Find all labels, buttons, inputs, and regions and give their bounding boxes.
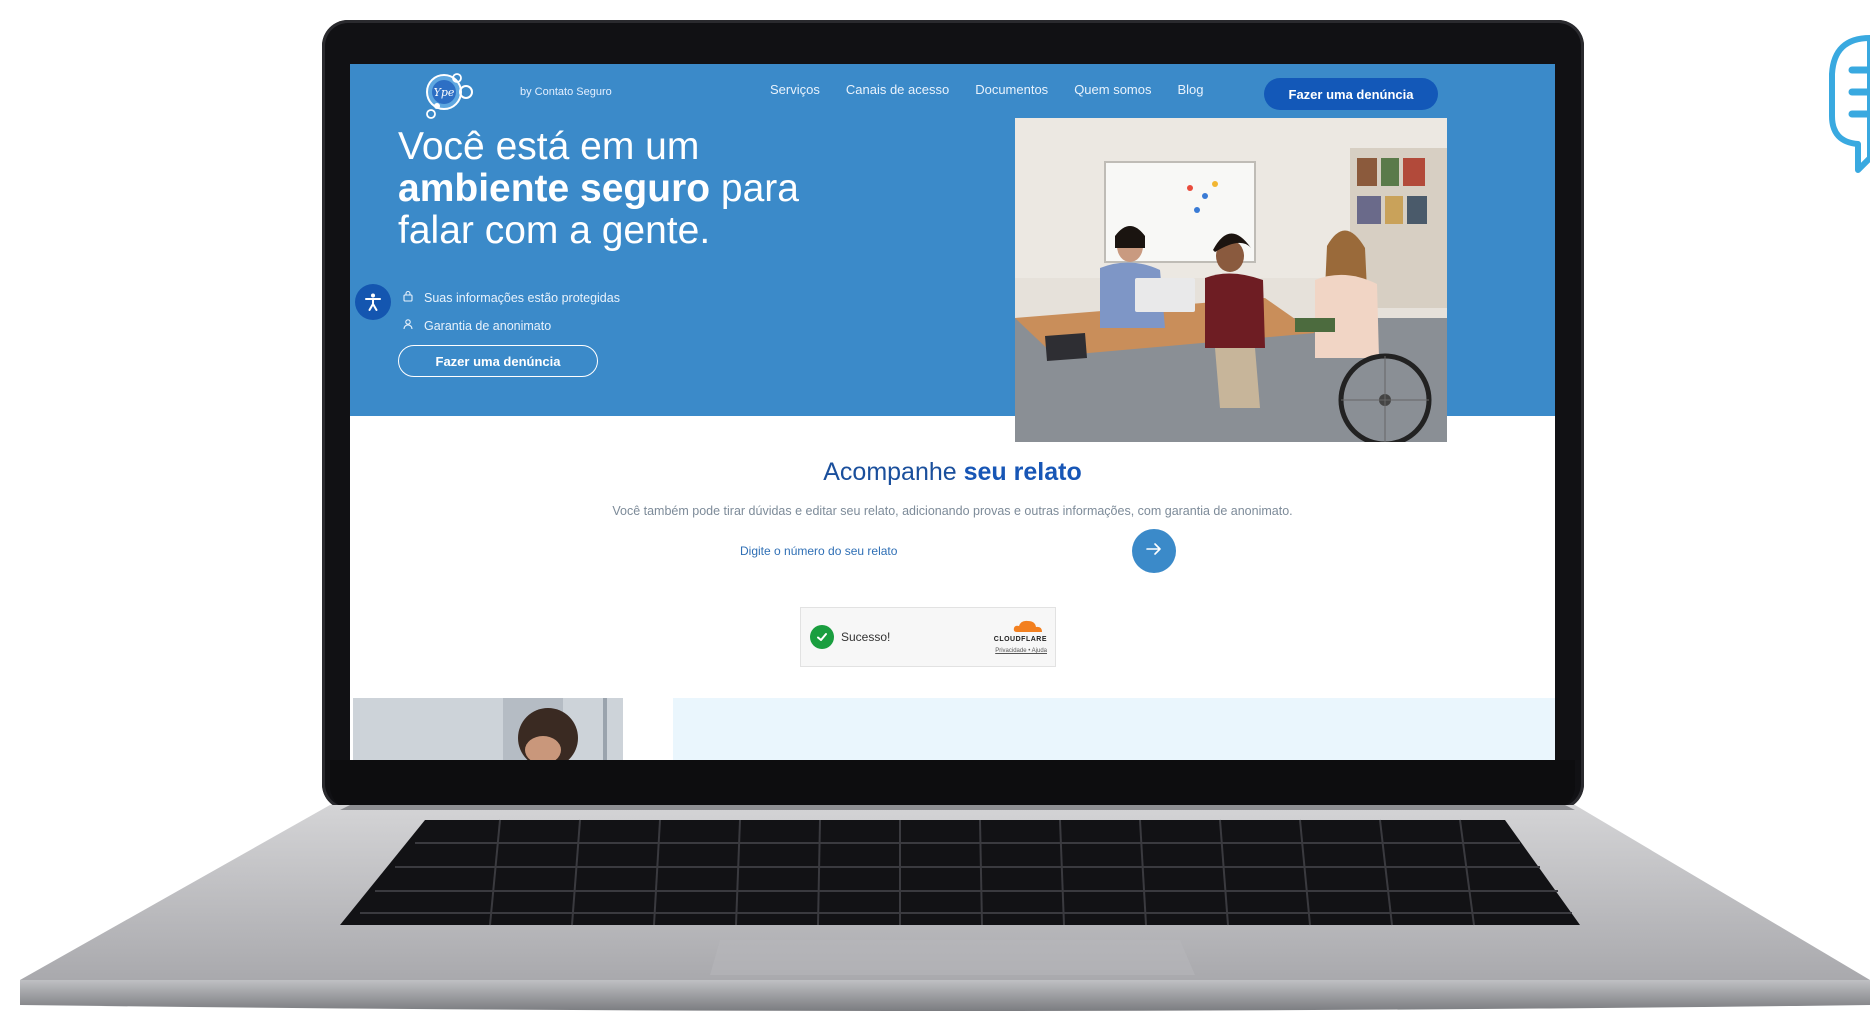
nav-documentos[interactable]: Documentos — [975, 82, 1048, 97]
captcha-status: Sucesso! — [841, 630, 891, 644]
headline-bold: ambiente seguro — [398, 167, 711, 210]
lower-section-photo — [353, 698, 623, 760]
main-nav: Serviços Canais de acesso Documentos Que… — [770, 82, 1204, 97]
check-icon — [810, 625, 834, 649]
nav-servicos[interactable]: Serviços — [770, 82, 820, 97]
chat-bubble-icon[interactable] — [1822, 34, 1870, 182]
lower-info-panel — [673, 698, 1555, 760]
nav-blog[interactable]: Blog — [1178, 82, 1204, 97]
header-report-button[interactable]: Fazer uma denúncia — [1264, 78, 1438, 110]
headline-line-1: Você está em um — [398, 125, 700, 168]
brand-tagline: by Contato Seguro — [520, 86, 612, 98]
website-screen: Ype by Contato Seguro Serviços Canais de… — [350, 64, 1555, 760]
tracking-title-plain: Acompanhe — [823, 458, 964, 486]
report-submit-button[interactable] — [1132, 529, 1176, 573]
feature-anonymity: Garantia de anonimato — [402, 318, 551, 333]
accessibility-icon[interactable] — [355, 284, 391, 320]
hero-report-button[interactable]: Fazer uma denúncia — [398, 345, 598, 377]
captcha-widget[interactable]: Sucesso! CLOUDFLARE Privacidade • Ajuda — [800, 607, 1056, 667]
report-number-input[interactable] — [740, 536, 1120, 566]
brand-logo[interactable]: Ype — [422, 70, 484, 126]
arrow-right-icon — [1144, 539, 1164, 564]
cloudflare-brand: CLOUDFLARE — [993, 636, 1047, 643]
headline-line-3: falar com a gente. — [398, 209, 711, 252]
feature-protected-text: Suas informações estão protegidas — [424, 290, 620, 305]
nav-quem-somos[interactable]: Quem somos — [1074, 82, 1151, 97]
laptop-chin — [330, 760, 1575, 810]
tracking-title: Acompanhe seu relato — [350, 458, 1555, 487]
tracking-subtitle: Você também pode tirar dúvidas e editar … — [612, 504, 1293, 518]
laptop-base — [20, 805, 1870, 1019]
logo-text: Ype — [434, 86, 455, 99]
hero-headline: Você está em um ambiente seguro para fal… — [398, 126, 858, 252]
hero-office-photo — [1015, 118, 1447, 442]
captcha-links[interactable]: Privacidade • Ajuda — [995, 648, 1047, 654]
lock-icon — [402, 290, 414, 305]
headline-line-2-rest: para — [710, 167, 799, 210]
tracking-title-bold: seu relato — [963, 458, 1082, 486]
feature-protected: Suas informações estão protegidas — [402, 290, 620, 305]
feature-anonymity-text: Garantia de anonimato — [424, 318, 552, 333]
user-icon — [402, 318, 414, 333]
nav-canais-de-acesso[interactable]: Canais de acesso — [846, 82, 949, 97]
